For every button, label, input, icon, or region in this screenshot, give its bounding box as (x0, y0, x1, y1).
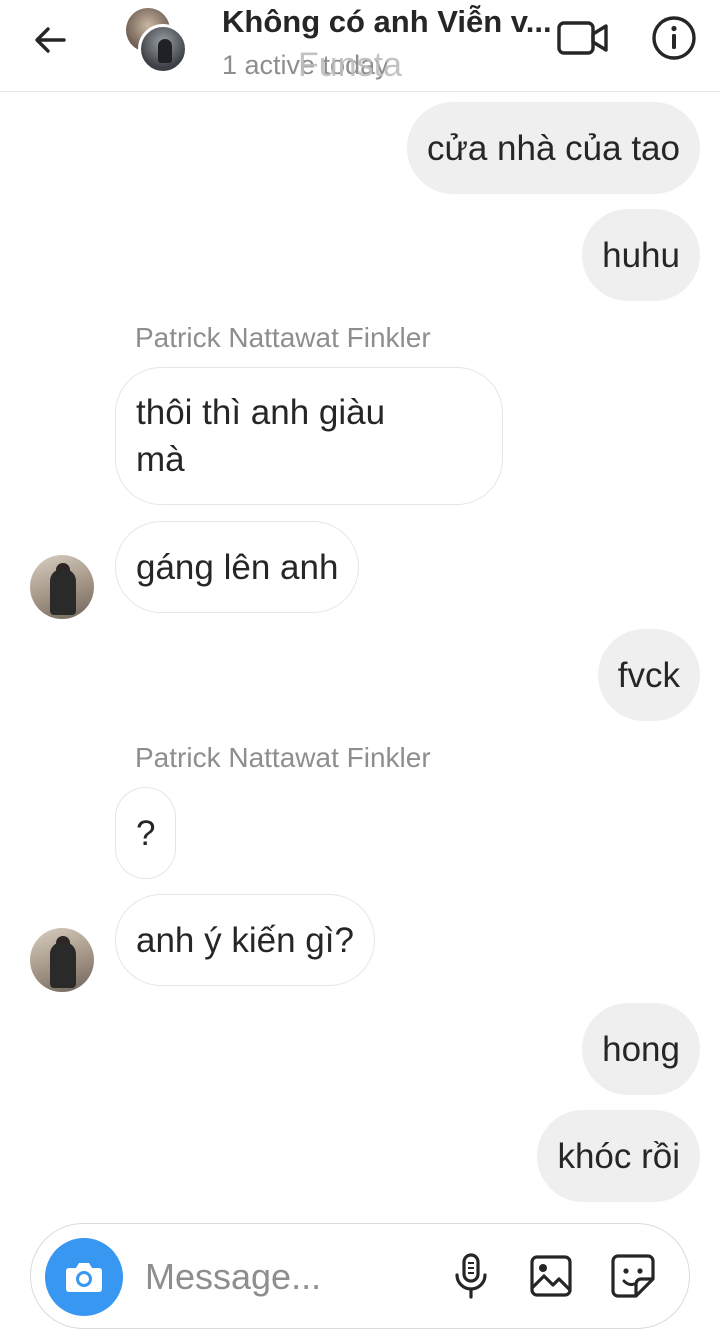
microphone-icon (455, 1253, 487, 1299)
chat-header: Không có anh Viễn v... 1 active today Fu… (0, 0, 720, 92)
gallery-button[interactable] (527, 1250, 575, 1302)
outgoing-message[interactable]: huhu (582, 209, 700, 301)
back-arrow-icon (35, 27, 66, 53)
outgoing-message[interactable]: khóc rồi (537, 1110, 700, 1202)
camera-icon (66, 1263, 102, 1292)
outgoing-message[interactable]: cửa nhà của tao (406, 102, 700, 194)
info-button[interactable] (650, 14, 698, 62)
sender-avatar[interactable] (30, 928, 94, 992)
message-input[interactable] (145, 1252, 425, 1302)
conversation-title[interactable]: Không có anh Viễn v... (222, 4, 554, 40)
outgoing-message[interactable]: hong (582, 1003, 700, 1095)
video-call-icon (557, 21, 608, 55)
group-avatar[interactable] (124, 8, 190, 74)
incoming-message[interactable]: gáng lên anh (115, 521, 360, 613)
outgoing-message[interactable]: fvck (597, 629, 700, 721)
sticker-button[interactable] (609, 1250, 657, 1302)
sender-avatar[interactable] (30, 555, 94, 619)
video-call-button[interactable] (556, 18, 610, 58)
image-gallery-icon (530, 1255, 572, 1297)
member-avatar (138, 24, 188, 74)
voice-message-button[interactable] (447, 1250, 495, 1302)
sender-name: Patrick Nattawat Finkler (135, 322, 431, 353)
message-composer (30, 1223, 690, 1329)
watermark: Funsta (298, 46, 402, 84)
back-button[interactable] (30, 20, 70, 60)
sticker-icon (611, 1254, 655, 1298)
info-icon (652, 16, 696, 60)
sender-name: Patrick Nattawat Finkler (135, 742, 431, 773)
incoming-message[interactable]: thôi thì anh giàu mà (115, 367, 503, 505)
incoming-message[interactable]: anh ý kiến gì? (115, 894, 375, 986)
camera-button[interactable] (45, 1238, 123, 1316)
incoming-message[interactable]: ? (115, 787, 177, 879)
